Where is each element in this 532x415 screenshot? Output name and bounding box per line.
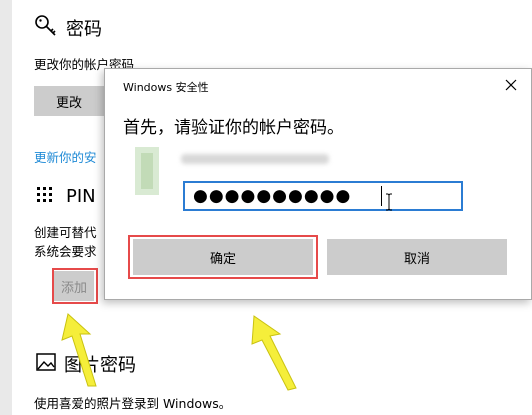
close-icon[interactable] [491, 69, 531, 101]
pin-keypad-icon [36, 186, 54, 208]
dialog-heading: 首先，请验证你的帐户密码。 [123, 118, 344, 138]
key-icon [34, 14, 58, 42]
dialog-title: Windows 安全性 [123, 81, 209, 94]
ibeam-cursor-icon [385, 193, 393, 215]
credential-icon-inner [141, 153, 153, 189]
credential-icon [135, 147, 159, 195]
add-button-highlight [52, 268, 98, 304]
change-password-button[interactable]: 更改 [34, 86, 104, 116]
blurred-account-name [181, 154, 329, 164]
pin-description-line2: 系统会要求 [34, 244, 97, 259]
text-caret [381, 186, 382, 206]
arrow-to-ok-icon [248, 314, 300, 396]
ok-button-highlight [128, 235, 318, 279]
left-background-strip [0, 0, 12, 415]
pin-section-title: PIN [66, 186, 96, 207]
arrow-to-add-icon [60, 312, 100, 392]
dialog-titlebar: Windows 安全性 [105, 69, 531, 101]
pin-description-line1: 创建可替代 [34, 225, 97, 240]
windows-security-dialog: Windows 安全性 首先，请验证你的帐户密码。 ●●●●●●●●●● 确定 … [104, 68, 532, 300]
picture-icon [36, 353, 56, 375]
password-field[interactable]: ●●●●●●●●●● [183, 181, 463, 211]
update-security-link[interactable]: 更新你的安 [34, 147, 97, 166]
cancel-button[interactable]: 取消 [327, 239, 507, 275]
picture-password-description: 使用喜爱的照片登录到 Windows。 [34, 396, 232, 411]
password-section-title: 密码 [66, 19, 102, 40]
